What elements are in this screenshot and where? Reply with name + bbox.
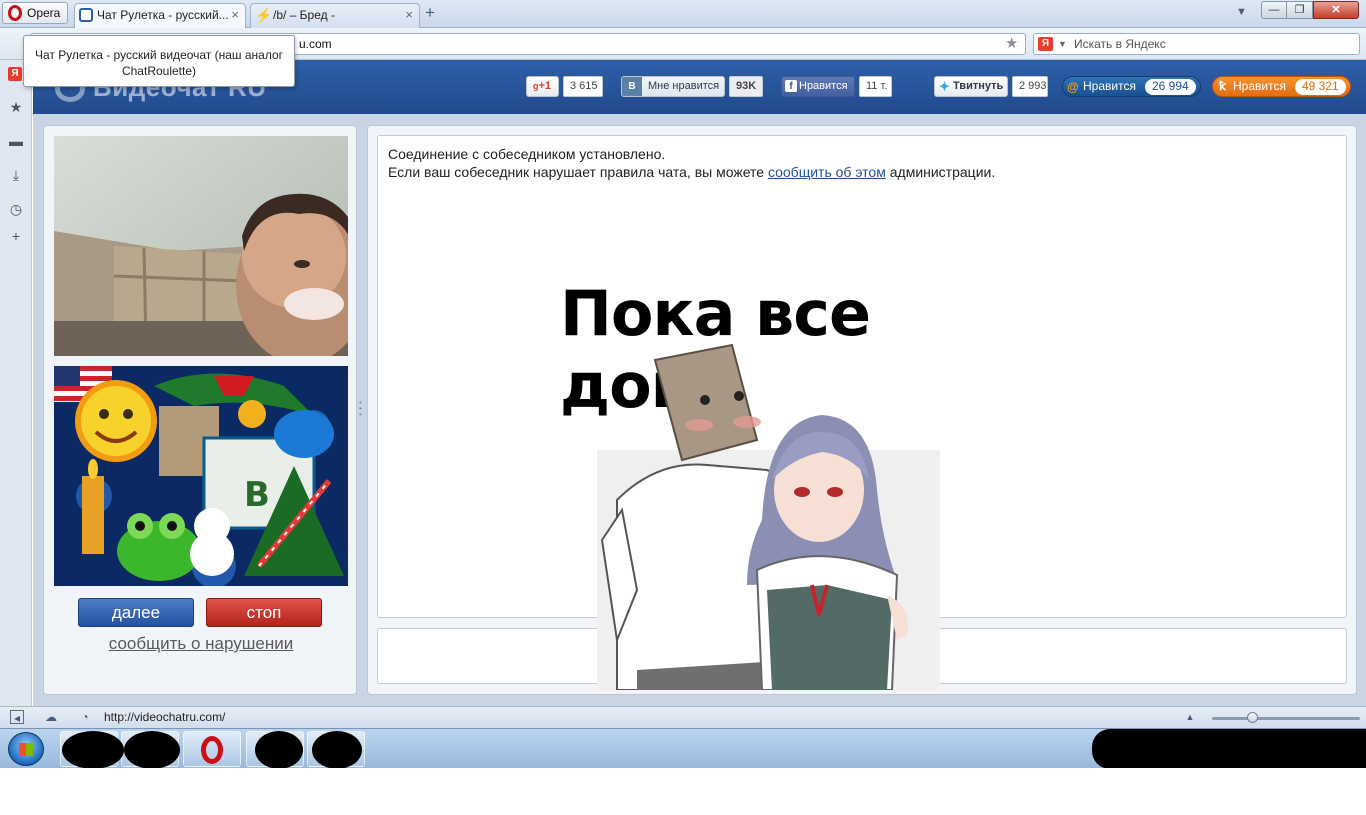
vk-count: 93K [729, 76, 763, 97]
history-clock-icon[interactable]: ◷ [8, 201, 24, 217]
view-chevron-up-icon[interactable]: ▲ [1183, 710, 1197, 724]
close-tab-icon[interactable]: × [231, 4, 239, 26]
redacted-system-tray [1092, 729, 1366, 769]
twitter-count: 2 993 [1012, 76, 1048, 97]
tab-label: /b/ – Бред - [273, 8, 335, 22]
maximize-button[interactable]: ❐ [1287, 1, 1313, 19]
stranger-video [54, 136, 348, 356]
browser-status-bar: ◂ ☁ ◔ http://videochatru.com/ ▲ [0, 706, 1366, 728]
christmas-collage-image: B [54, 366, 348, 586]
bookmarks-star-icon[interactable]: ★ [8, 99, 24, 115]
windows-logo-icon [19, 743, 33, 756]
chat-message-rules: Если ваш собеседник нарушает правила чат… [388, 164, 996, 180]
search-placeholder: Искать в Яндекс [1074, 37, 1166, 51]
minimize-button[interactable]: — [1261, 1, 1287, 19]
tweet-button[interactable]: ✦ Твитнуть [934, 76, 1008, 97]
redacted-marker [62, 731, 124, 769]
twitter-bird-icon: ✦ [939, 79, 950, 94]
bolt-favicon-icon: ⚡ [255, 7, 273, 23]
next-button[interactable]: далее [78, 598, 194, 627]
browser-tab-bar: Opera Чат Рулетка - русский... × ⚡ /b/ –… [0, 0, 1366, 28]
gplus-button[interactable]: g+1 [526, 76, 559, 97]
opera-menu-label: Opera [27, 6, 61, 20]
report-violation-link[interactable]: сообщить о нарушении [44, 634, 358, 654]
svg-text:B: B [244, 475, 270, 515]
ok-like-widget[interactable]: ꝁ Нравится 49 321 [1212, 76, 1351, 97]
zoom-slider-handle[interactable] [1247, 712, 1258, 723]
facebook-count: 11 т. [859, 76, 892, 97]
add-panel-icon[interactable]: + [8, 228, 24, 244]
search-input[interactable]: Я ▼ Искать в Яндекс [1033, 33, 1360, 55]
tab-videochat[interactable]: Чат Рулетка - русский... × [74, 3, 246, 28]
tab-tooltip: Чат Рулетка - русский видеочат (наш анал… [23, 35, 295, 87]
videochat-favicon-icon [79, 8, 93, 22]
status-url: http://videochatru.com/ [104, 710, 226, 724]
tab-label: Чат Рулетка - русский... [97, 8, 229, 22]
gplus-count: 3 615 [563, 76, 603, 97]
notes-icon[interactable]: ▬ [8, 133, 24, 149]
redacted-marker [312, 731, 362, 769]
ok-count: 49 321 [1295, 79, 1346, 95]
vk-like-button[interactable]: В Мне нравится [621, 76, 725, 97]
facebook-like-button[interactable]: f Нравится [781, 76, 855, 97]
mailru-count: 26 994 [1145, 79, 1196, 95]
tab-list-chevron-icon[interactable]: ▼ [1236, 6, 1247, 18]
redacted-marker [255, 731, 303, 769]
panel-toggle-icon[interactable]: ◂ [10, 710, 24, 725]
browser-side-panel: Я ★ ▬ ⤓ ◷ + [0, 60, 32, 706]
zoom-slider[interactable] [1212, 717, 1360, 720]
yandex-icon: Я [1038, 37, 1053, 51]
report-admin-link[interactable]: сообщить об этом [768, 164, 886, 180]
stop-button[interactable]: стоп [206, 598, 322, 627]
opera-menu-button[interactable]: Opera [2, 2, 68, 24]
own-webcam-video: B [54, 366, 348, 586]
windows-taskbar [0, 728, 1366, 769]
chat-message-connected: Соединение с собеседником установлено. [388, 146, 666, 162]
redacted-marker [124, 731, 180, 769]
start-button[interactable] [8, 732, 44, 766]
opera-unite-cloud-icon[interactable]: ☁ [44, 710, 58, 724]
close-window-button[interactable]: ✕ [1313, 1, 1359, 19]
opera-logo-icon [201, 736, 223, 764]
panel-resize-handle[interactable]: • • • [359, 399, 363, 420]
url-text: u.com [299, 37, 332, 51]
yandex-panel-icon[interactable]: Я [8, 67, 22, 81]
search-engine-chevron-icon[interactable]: ▼ [1058, 34, 1067, 54]
mailru-like-widget[interactable]: @ Нравится 26 994 [1062, 76, 1201, 97]
bookmark-star-icon[interactable]: ★ [1005, 34, 1018, 52]
video-panel: B далее стоп сообщить о нарушении [43, 125, 357, 695]
facebook-icon: f [785, 80, 797, 92]
anime-meme-image [597, 343, 940, 690]
opera-logo-icon [8, 5, 22, 21]
downloads-icon[interactable]: ⤓ [8, 167, 24, 183]
vk-icon: В [622, 77, 642, 96]
blank-area [0, 768, 1366, 815]
stranger-video-frame [54, 136, 348, 356]
tab-b-board[interactable]: ⚡ /b/ – Бред - × [250, 3, 420, 28]
close-tab-icon[interactable]: × [405, 4, 413, 26]
new-tab-icon[interactable]: + [425, 3, 435, 23]
taskbar-opera-button[interactable] [183, 731, 241, 767]
turbo-gauge-icon[interactable]: ◔ [78, 710, 92, 724]
